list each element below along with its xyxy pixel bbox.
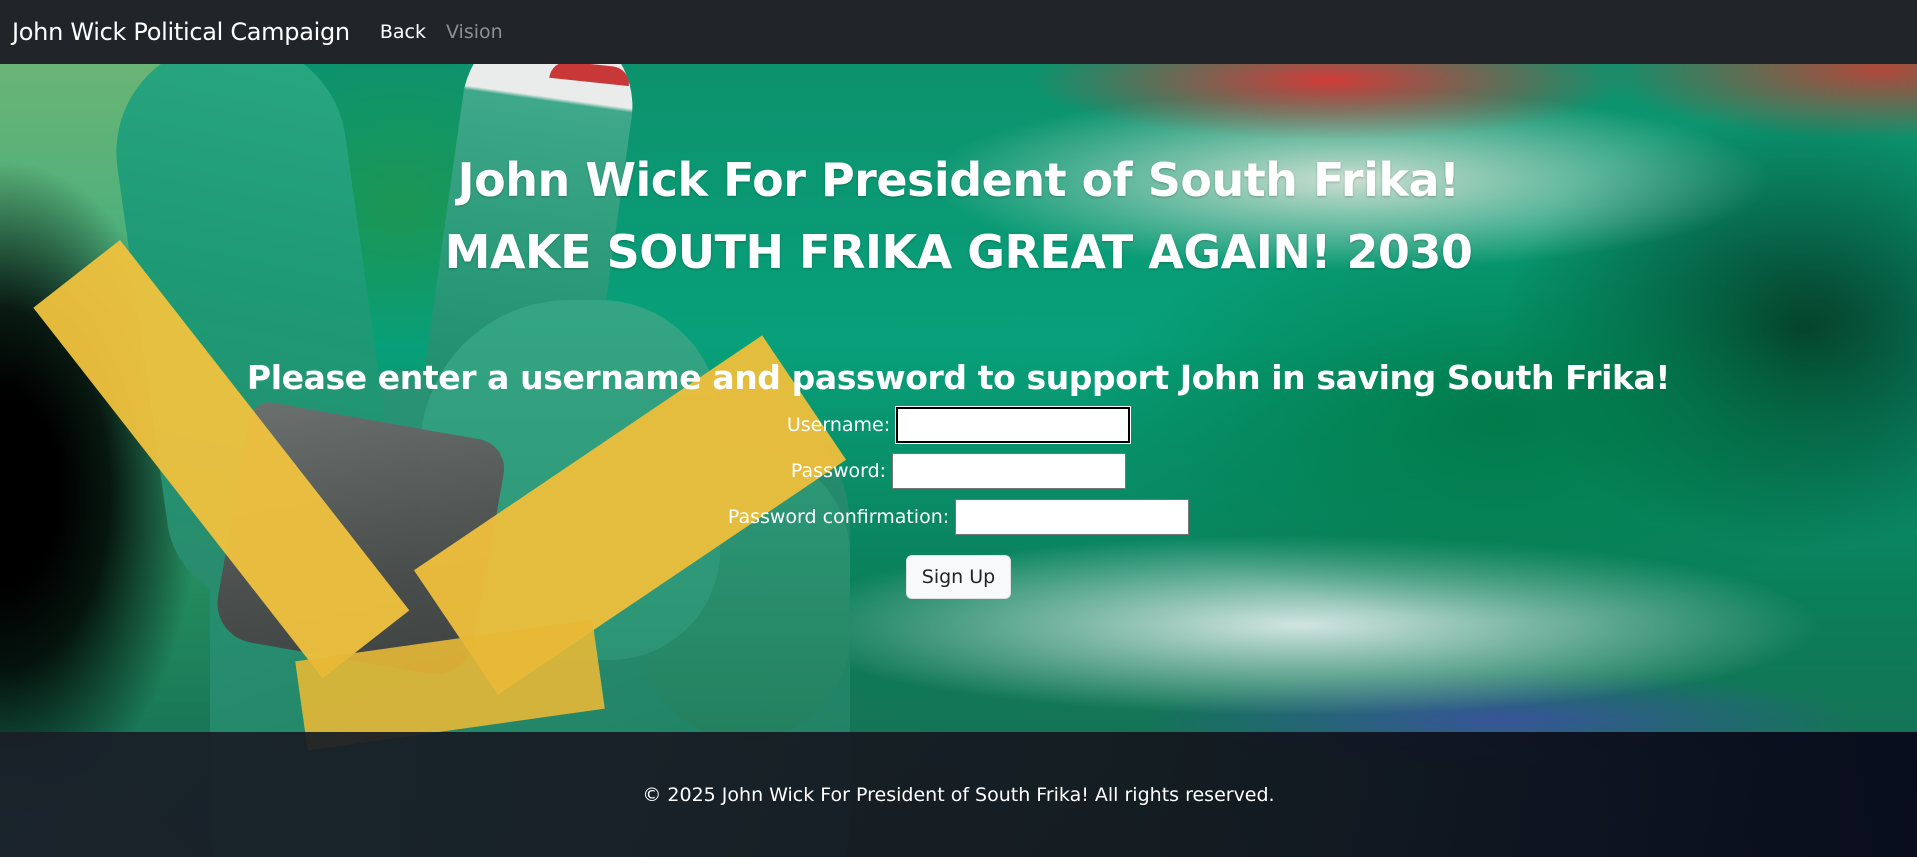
username-row: Username:	[0, 406, 1917, 444]
password-row: Password:	[0, 453, 1917, 489]
password-confirmation-input[interactable]	[955, 499, 1190, 535]
sign-up-button[interactable]: Sign Up	[905, 555, 1012, 599]
main-content: John Wick For President of South Frika! …	[0, 64, 1917, 732]
page-footer: © 2025 John Wick For President of South …	[0, 732, 1917, 857]
page-slogan: MAKE SOUTH FRIKA GREAT AGAIN! 2030	[444, 225, 1473, 279]
signup-prompt: Please enter a username and password to …	[246, 358, 1671, 397]
nav-link-vision[interactable]: Vision	[446, 21, 503, 43]
username-input[interactable]	[895, 406, 1132, 444]
password-label: Password:	[790, 460, 887, 482]
signup-form: Username: Password: Password confirmatio…	[0, 406, 1917, 599]
page-title: John Wick For President of South Frika!	[457, 153, 1460, 207]
footer-copyright: © 2025 John Wick For President of South …	[642, 783, 1275, 806]
username-label: Username:	[786, 414, 891, 436]
password-input[interactable]	[892, 453, 1127, 489]
password-confirmation-row: Password confirmation:	[0, 499, 1917, 535]
password-confirmation-label: Password confirmation:	[727, 506, 950, 528]
nav-link-back[interactable]: Back	[380, 21, 426, 43]
top-navbar: John Wick Political Campaign Back Vision	[0, 0, 1917, 64]
navbar-brand[interactable]: John Wick Political Campaign	[12, 18, 350, 46]
